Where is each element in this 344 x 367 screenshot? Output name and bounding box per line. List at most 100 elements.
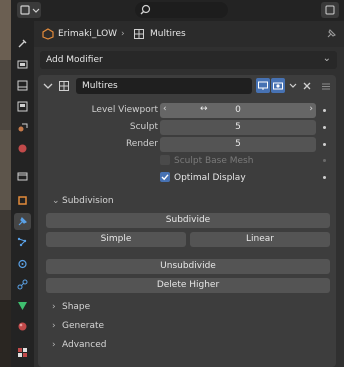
close-icon[interactable]: [301, 80, 313, 92]
chevron-right-icon: ›: [52, 340, 56, 350]
optimal-display-checkbox[interactable]: [160, 172, 170, 182]
render-toggle[interactable]: [271, 78, 285, 93]
add-modifier-button[interactable]: Add Modifier ⌄: [40, 51, 337, 69]
level-viewport-field[interactable]: ‹ 0 ↔ ›: [160, 103, 316, 118]
add-modifier-label: Add Modifier: [46, 55, 103, 65]
subdivision-label: Subdivision: [62, 196, 114, 206]
options-button[interactable]: [321, 2, 339, 18]
generate-section-header[interactable]: › Generate: [52, 321, 104, 331]
subdivide-button[interactable]: Subdivide: [46, 213, 330, 228]
increment-icon[interactable]: ›: [309, 104, 313, 114]
search-input[interactable]: [135, 2, 228, 18]
advanced-section-header[interactable]: › Advanced: [52, 340, 106, 350]
tab-collection[interactable]: [14, 168, 31, 185]
level-viewport-label: Level Viewport: [91, 105, 158, 115]
viewport-toggle[interactable]: [256, 78, 270, 93]
editor-type-button[interactable]: [17, 2, 41, 18]
properties-header: [11, 0, 344, 21]
tab-output[interactable]: [14, 77, 31, 94]
resize-cursor-icon: ↔: [200, 104, 208, 114]
chevron-right-icon: ›: [52, 302, 56, 312]
keyframe-dot[interactable]: [323, 109, 326, 112]
modifier-icon: [18, 216, 28, 226]
breadcrumb-modifier: Multires: [150, 29, 186, 39]
tab-physics[interactable]: [14, 255, 31, 272]
tab-render[interactable]: [14, 56, 31, 73]
render-value: 5: [235, 139, 241, 149]
texture-icon: [18, 348, 27, 357]
particles-icon: [17, 237, 27, 247]
options-icon: [325, 5, 335, 15]
delete-higher-button[interactable]: Delete Higher: [46, 278, 330, 293]
generate-label: Generate: [62, 321, 105, 331]
multires-icon: [59, 81, 69, 91]
shape-section-header[interactable]: › Shape: [52, 302, 90, 312]
tab-material[interactable]: [14, 318, 31, 335]
properties-tabs: [11, 21, 34, 367]
tab-object[interactable]: [14, 192, 31, 209]
tab-tool[interactable]: [14, 35, 31, 52]
advanced-label: Advanced: [62, 340, 107, 350]
keyframe-dot[interactable]: [323, 176, 326, 179]
properties-panel: Erimaki_LOW › Multires Add Modifier ⌄ Mu…: [34, 21, 344, 367]
physics-icon: [18, 259, 27, 269]
tool-icon: [18, 39, 27, 48]
render-label: Render: [125, 139, 158, 149]
modifier-name-field[interactable]: Multires: [76, 78, 252, 94]
chevron-right-icon: ›: [52, 321, 56, 331]
checkmark-icon: [161, 174, 169, 181]
sculpt-field[interactable]: 5: [160, 120, 316, 135]
modifier-name-value: Multires: [82, 81, 118, 91]
tab-scene[interactable]: [14, 119, 31, 136]
tab-world[interactable]: [14, 140, 31, 157]
chevron-down-icon: ⌄: [52, 196, 60, 206]
monitor-icon: [258, 81, 268, 90]
level-viewport-value: 0: [235, 105, 241, 115]
breadcrumb-object: Erimaki_LOW: [58, 29, 118, 39]
sculpt-base-mesh-label: Sculpt Base Mesh: [174, 156, 254, 166]
dropdown-chevron-icon[interactable]: [288, 80, 298, 92]
modifier-header: Multires: [38, 75, 336, 97]
material-icon: [18, 322, 27, 331]
modifier-icon: [134, 29, 144, 39]
subdivision-header[interactable]: ⌄ Subdivision: [52, 196, 114, 206]
sculpt-label: Sculpt: [129, 122, 158, 132]
tab-data[interactable]: [14, 297, 31, 314]
constraints-icon: [17, 279, 28, 290]
object-icon: [18, 196, 27, 205]
tab-view-layer[interactable]: [14, 98, 31, 115]
collapse-arrow-icon[interactable]: [42, 80, 54, 92]
camera-icon: [273, 82, 283, 90]
keyframe-dot[interactable]: [323, 126, 326, 129]
sculpt-base-mesh-checkbox[interactable]: [160, 155, 170, 165]
chevron-down-icon: ⌄: [322, 53, 331, 64]
collection-icon: [17, 172, 28, 181]
tab-constraints[interactable]: [14, 276, 31, 293]
tab-texture[interactable]: [14, 344, 31, 361]
optimal-display-label: Optimal Display: [174, 173, 246, 183]
data-icon: [18, 302, 27, 310]
render-icon: [17, 60, 28, 69]
tab-modifier[interactable]: [14, 213, 31, 230]
simple-button[interactable]: Simple: [46, 232, 186, 247]
output-icon: [17, 80, 28, 91]
properties-icon: [20, 5, 40, 15]
breadcrumb-separator: ›: [121, 29, 125, 39]
sculpt-value: 5: [235, 122, 241, 132]
shape-label: Shape: [62, 302, 91, 312]
keyframe-dot[interactable]: [323, 143, 326, 146]
search-icon: [140, 4, 151, 15]
drag-handle-icon[interactable]: [320, 80, 332, 92]
pin-icon[interactable]: [325, 28, 337, 40]
multires-modifier-panel: Multires Level Viewport ‹ 0 ↔ › Sculpt 5…: [38, 75, 336, 367]
image-viewer-strip: [0, 0, 11, 367]
mesh-icon: [42, 28, 54, 40]
unsubdivide-button[interactable]: Unsubdivide: [46, 259, 330, 274]
keyframe-dot: [323, 159, 326, 162]
linear-button[interactable]: Linear: [190, 232, 330, 247]
world-icon: [18, 144, 27, 153]
breadcrumb: Erimaki_LOW › Multires: [34, 21, 344, 47]
scene-icon: [18, 123, 28, 132]
tab-particles[interactable]: [14, 234, 31, 251]
render-levels-field[interactable]: 5: [160, 137, 316, 152]
